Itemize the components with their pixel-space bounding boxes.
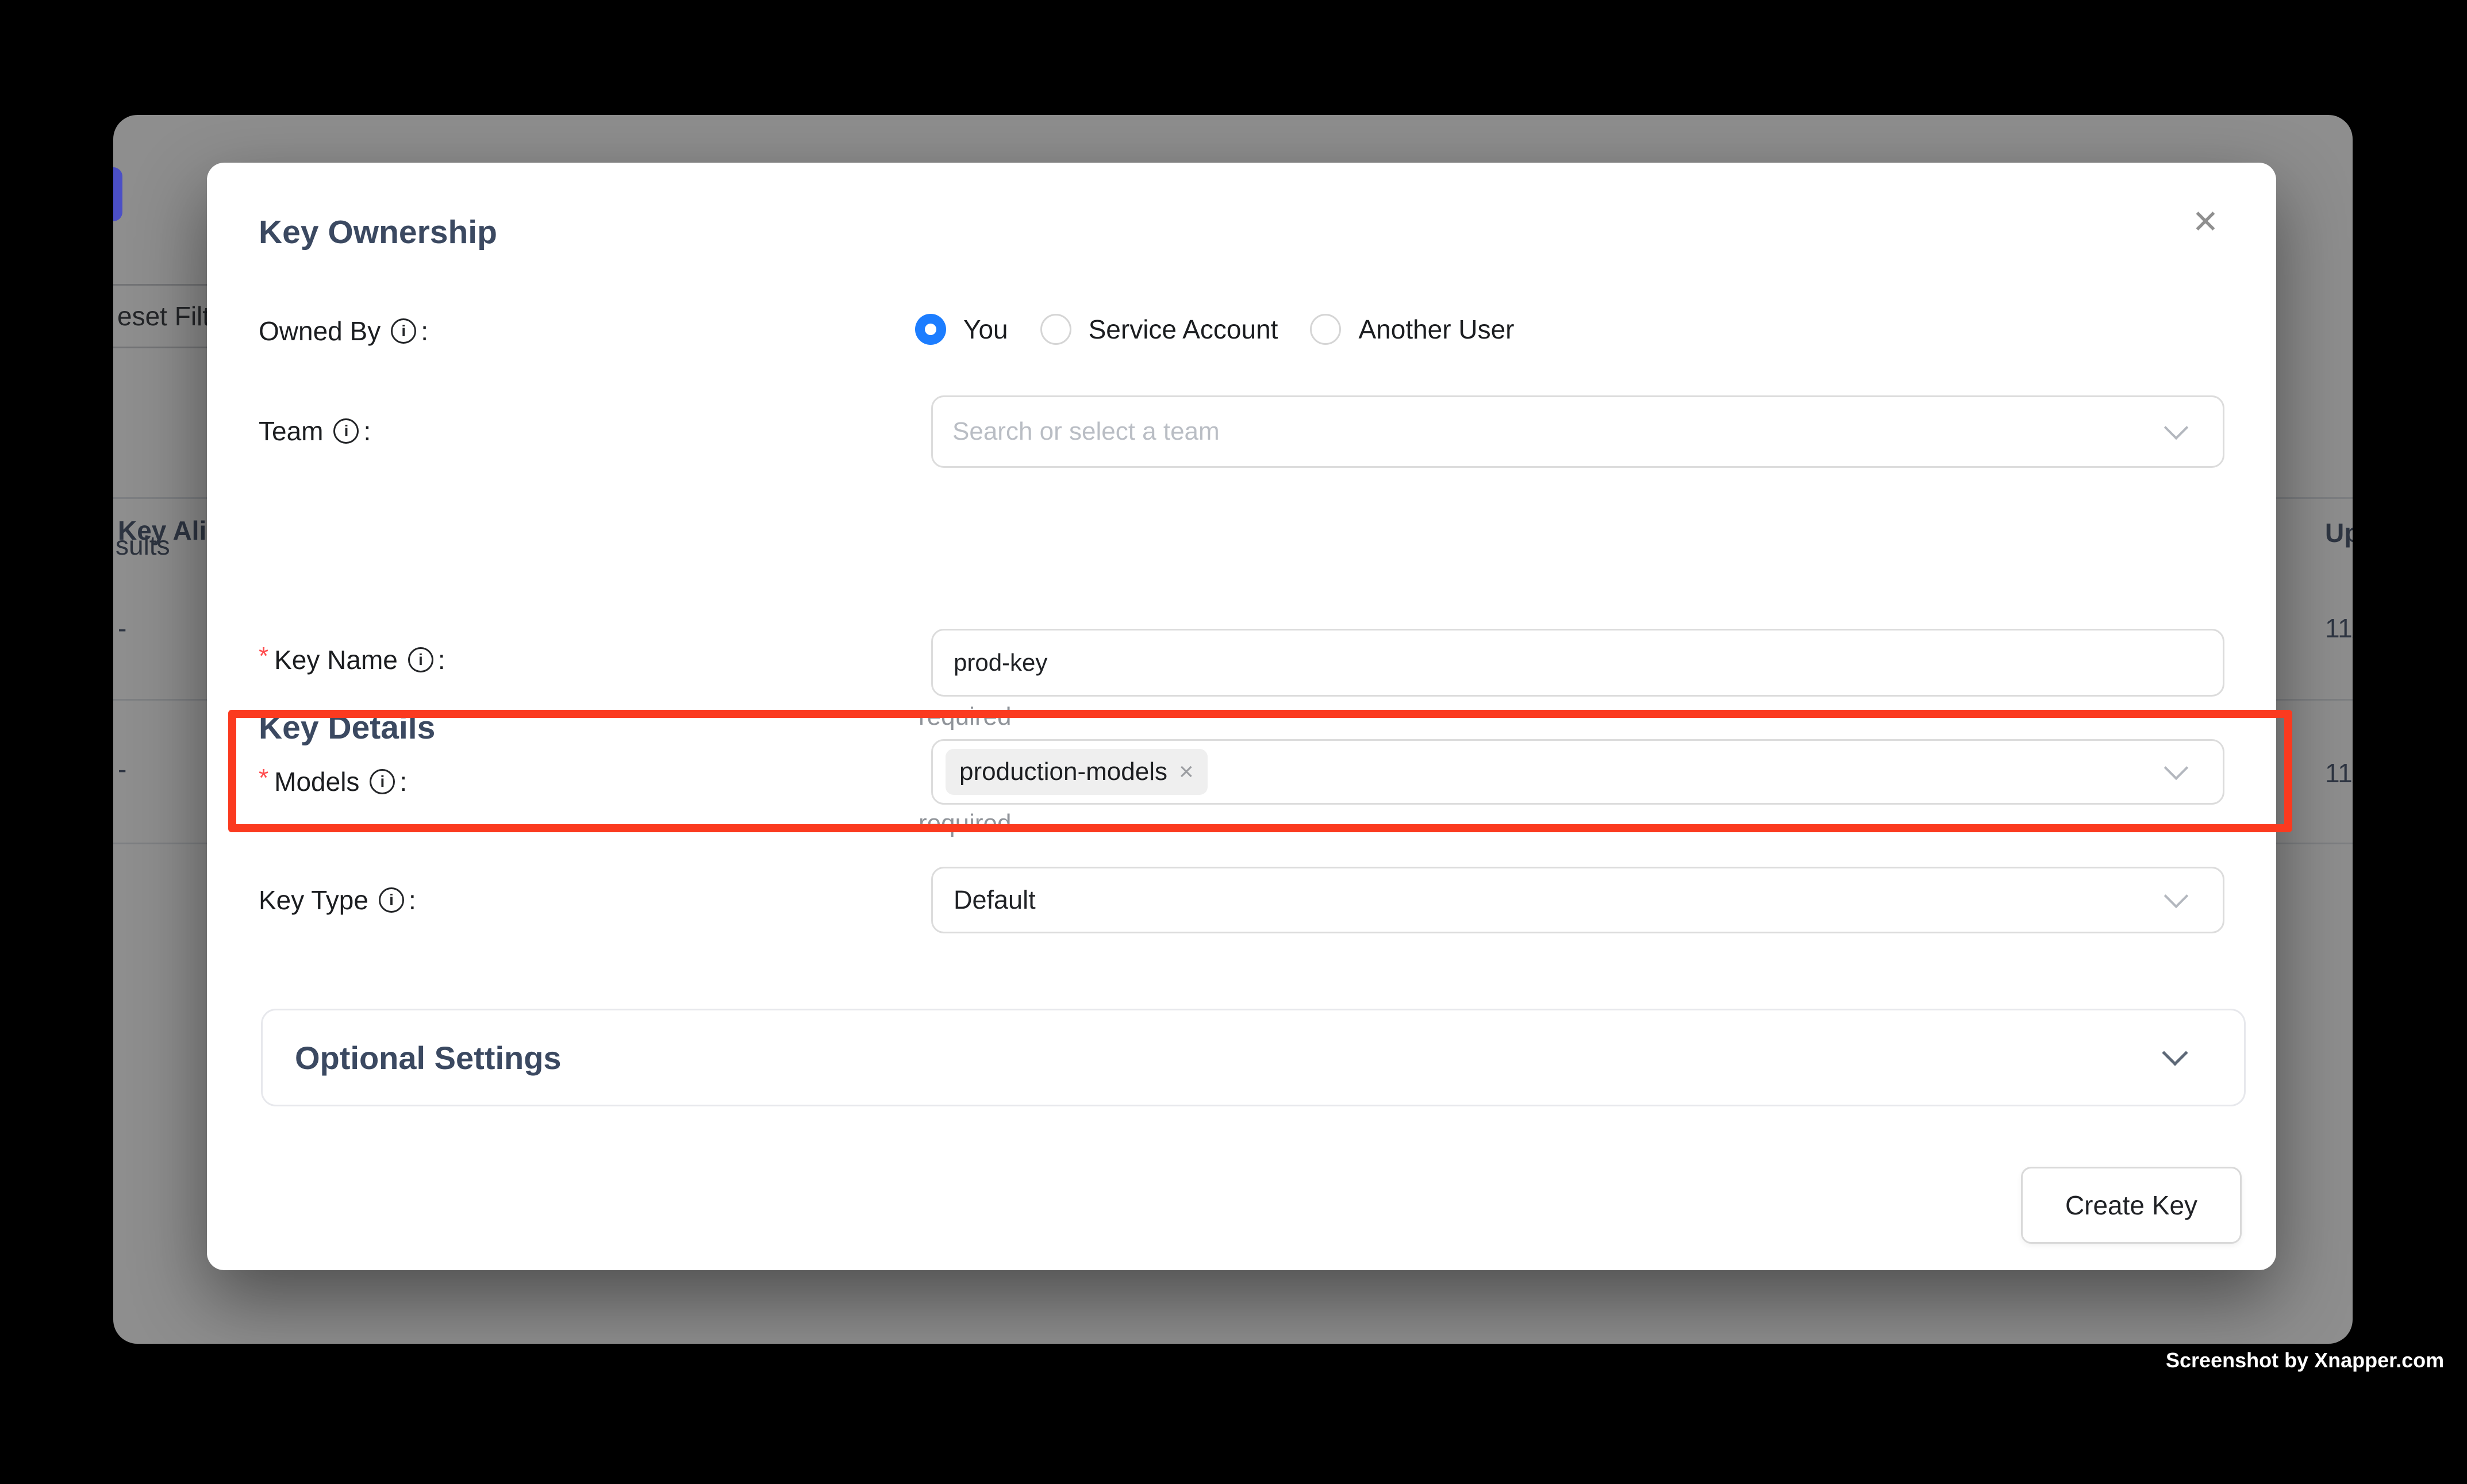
screenshot-canvas: eset Filt sults Key Alia Up - 11/ - 11/ … [0,0,2467,1484]
chevron-down-icon [2164,416,2188,440]
optional-settings-title: Optional Settings [295,1039,562,1077]
table-row-key-alias: - [118,613,126,644]
radio-you[interactable] [915,314,946,345]
column-header-updated: Up [2325,517,2353,548]
key-name-input[interactable]: prod-key [931,629,2224,697]
team-select[interactable]: Search or select a team [931,395,2224,468]
info-icon[interactable]: i [379,887,404,913]
table-row-updated: 11/ [2325,758,2353,789]
key-type-label-text: Key Type [259,885,368,916]
red-annotation-box [228,710,2292,832]
info-icon[interactable]: i [408,647,433,672]
info-icon[interactable]: i [333,418,359,444]
radio-service-account-label[interactable]: Service Account [1089,314,1278,345]
table-row-key-alias: - [118,753,126,785]
team-label: Team i : [259,414,371,448]
owned-by-radio-group: You Service Account Another User [915,313,1546,346]
key-type-value: Default [954,885,1036,915]
table-row-updated: 11/ [2325,613,2353,644]
chevron-down-icon [2164,884,2188,908]
watermark-text: Screenshot by Xnapper.com [2166,1348,2444,1372]
key-name-value: prod-key [954,649,1047,676]
key-type-label: Key Type i : [259,883,416,917]
team-select-placeholder: Search or select a team [952,417,1220,446]
optional-settings-panel[interactable]: Optional Settings [261,1009,2246,1106]
team-label-text: Team [259,416,323,447]
label-colon: : [438,644,445,675]
label-colon: : [363,416,371,447]
key-name-label: * Key Name i : [259,643,445,676]
label-colon: : [409,885,416,916]
radio-you-label[interactable]: You [963,314,1008,345]
radio-service-account[interactable] [1040,314,1071,345]
info-icon[interactable]: i [391,318,416,344]
key-name-label-text: Key Name [274,644,398,675]
close-icon[interactable]: ✕ [2180,196,2231,248]
owned-by-label: Owned By i : [259,314,428,348]
create-key-button[interactable]: Create Key [2021,1167,2242,1244]
owned-by-label-text: Owned By [259,316,381,347]
radio-another-user[interactable] [1310,314,1341,345]
reset-filters-label: eset Filt [117,301,210,332]
column-header-key-alias: Key Alia [118,515,221,546]
label-colon: : [421,316,428,347]
required-asterisk: * [259,642,268,671]
section-title-key-ownership: Key Ownership [259,213,497,251]
key-type-select[interactable]: Default [931,867,2224,933]
chevron-down-icon [2162,1040,2188,1066]
radio-another-user-label[interactable]: Another User [1358,314,1514,345]
background-primary-button-fragment[interactable] [113,167,122,221]
